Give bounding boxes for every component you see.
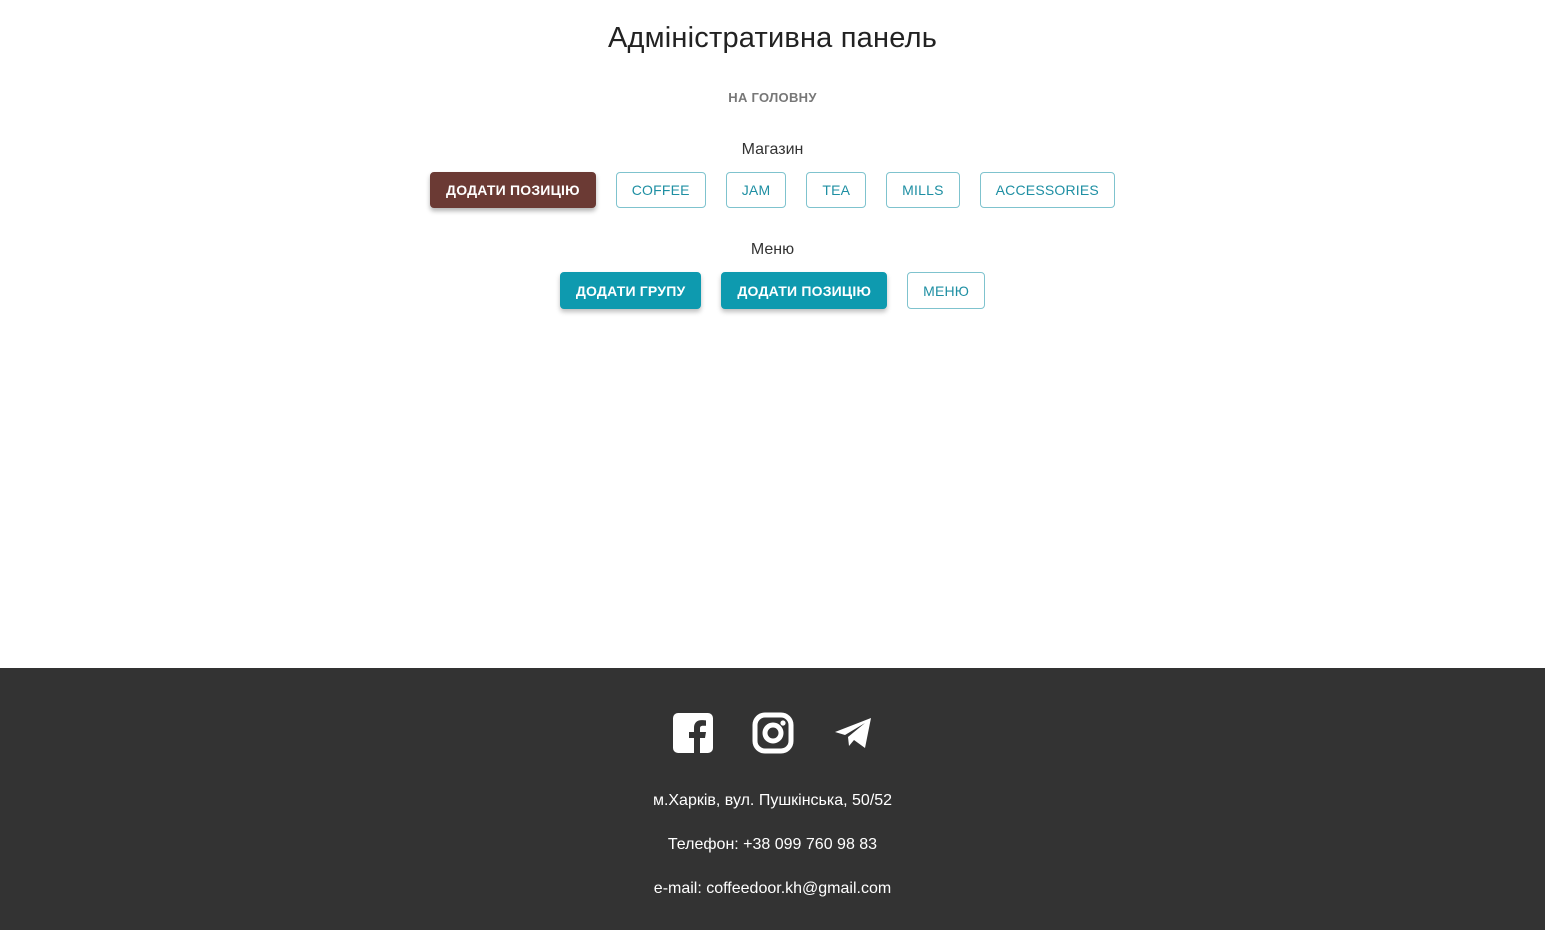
menu-section-label: Меню: [750, 241, 795, 258]
shop-section-label: Магазин: [741, 141, 804, 158]
footer-phone: Телефон: +38 099 760 98 83: [667, 836, 878, 853]
footer-address: м.Харків, вул. Пушкінська, 50/52: [652, 792, 893, 809]
admin-page: Адміністративна панель НА ГОЛОВНУ Магази…: [0, 0, 1545, 930]
menu-view-button[interactable]: МЕНЮ: [907, 272, 986, 309]
home-link[interactable]: НА ГОЛОВНУ: [0, 90, 1545, 105]
page-title: Адміністративна панель: [607, 22, 938, 54]
social-links: [0, 712, 1545, 754]
shop-mills-button[interactable]: MILLS: [886, 172, 960, 208]
shop-add-item-button[interactable]: ДОДАТИ ПОЗИЦІЮ: [430, 172, 596, 208]
shop-accessories-button[interactable]: ACCESSORIES: [979, 172, 1115, 208]
facebook-icon[interactable]: [672, 712, 714, 754]
site-footer: м.Харків, вул. Пушкінська, 50/52 Телефон…: [0, 668, 1545, 930]
shop-tea-button[interactable]: TEA: [806, 172, 867, 208]
shop-jam-button[interactable]: JAM: [725, 172, 787, 208]
instagram-icon[interactable]: [752, 712, 794, 754]
telegram-icon[interactable]: [832, 712, 874, 754]
footer-email: e-mail: coffeedoor.kh@gmail.com: [653, 880, 892, 897]
menu-add-group-button[interactable]: ДОДАТИ ГРУПУ: [559, 272, 702, 309]
menu-add-item-button[interactable]: ДОДАТИ ПОЗИЦІЮ: [721, 272, 888, 309]
shop-button-row: ДОДАТИ ПОЗИЦІЮ COFFEE JAM TEA MILLS ACCE…: [0, 172, 1545, 208]
menu-button-row: ДОДАТИ ГРУПУ ДОДАТИ ПОЗИЦІЮ МЕНЮ: [0, 272, 1545, 309]
shop-coffee-button[interactable]: COFFEE: [615, 172, 706, 208]
main-content: Адміністративна панель НА ГОЛОВНУ Магази…: [0, 0, 1545, 668]
